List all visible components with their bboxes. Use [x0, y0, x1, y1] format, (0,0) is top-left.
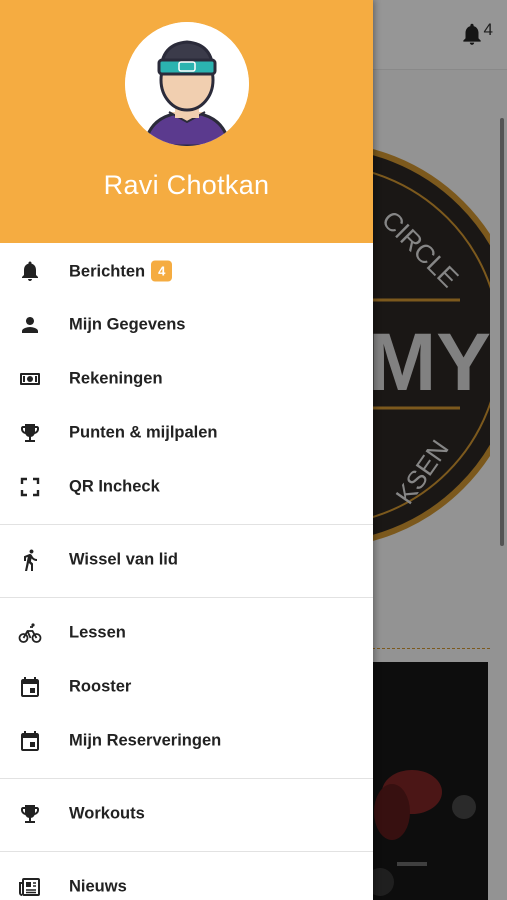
- menu-item-wissel-van-lid[interactable]: Wissel van lid: [0, 533, 373, 587]
- menu-item-label: Wissel van lid: [69, 550, 178, 569]
- menu-item-label: Rooster: [69, 677, 132, 696]
- menu-item-label: Nieuws: [69, 877, 127, 896]
- menu-item-mijn-reserveringen[interactable]: Mijn Reserveringen: [0, 714, 373, 768]
- calendar-icon: [21, 677, 39, 697]
- menu-item-qr-incheck[interactable]: QR Incheck: [0, 460, 373, 514]
- menu-item-punten-mijlpalen[interactable]: Punten & mijlpalen: [0, 406, 373, 460]
- menu-item-label: Rekeningen: [69, 369, 163, 388]
- menu-item-rekeningen[interactable]: Rekeningen: [0, 352, 373, 406]
- menu-item-nieuws[interactable]: Nieuws: [0, 860, 373, 900]
- bicycle-icon: [18, 623, 42, 643]
- avatar[interactable]: [125, 22, 249, 146]
- menu-item-berichten[interactable]: Berichten 4: [0, 244, 373, 298]
- menu-item-label: Mijn Gegevens: [69, 315, 186, 334]
- bell-icon: [22, 261, 38, 281]
- user-name: Ravi Chotkan: [103, 170, 270, 200]
- message-count-badge: 4: [151, 260, 173, 282]
- drawer-menu: Berichten 4 Mijn Gegevens Rekeningen Punt…: [0, 243, 373, 900]
- drawer-header: Ravi Chotkan: [0, 0, 373, 243]
- menu-divider: [0, 778, 373, 779]
- menu-item-workouts[interactable]: Workouts: [0, 787, 373, 841]
- menu-divider: [0, 524, 373, 525]
- user-avatar-icon: [125, 22, 249, 146]
- newspaper-icon: [19, 878, 40, 896]
- walking-person-icon: [24, 549, 37, 571]
- menu-item-label: Mijn Reserveringen: [69, 731, 222, 750]
- menu-item-lessen[interactable]: Lessen: [0, 606, 373, 660]
- trophy-icon: [21, 424, 39, 442]
- menu-item-label: Lessen: [69, 623, 126, 642]
- menu-item-rooster[interactable]: Rooster: [0, 660, 373, 714]
- menu-item-mijn-gegevens[interactable]: Mijn Gegevens: [0, 298, 373, 352]
- navigation-drawer: Ravi Chotkan Berichten 4 Mijn Gegevens Re…: [0, 0, 373, 900]
- menu-item-label: QR Incheck: [69, 477, 160, 496]
- calendar-icon: [21, 731, 39, 751]
- menu-item-label: Workouts: [69, 804, 145, 823]
- person-icon: [22, 317, 38, 333]
- trophy-icon: [21, 805, 39, 823]
- menu-divider: [0, 851, 373, 852]
- cash-icon: [20, 373, 40, 385]
- qr-scan-icon: [20, 477, 40, 497]
- menu-item-label: Berichten: [69, 262, 146, 281]
- menu-divider: [0, 597, 373, 598]
- menu-item-label: Punten & mijlpalen: [69, 423, 218, 442]
